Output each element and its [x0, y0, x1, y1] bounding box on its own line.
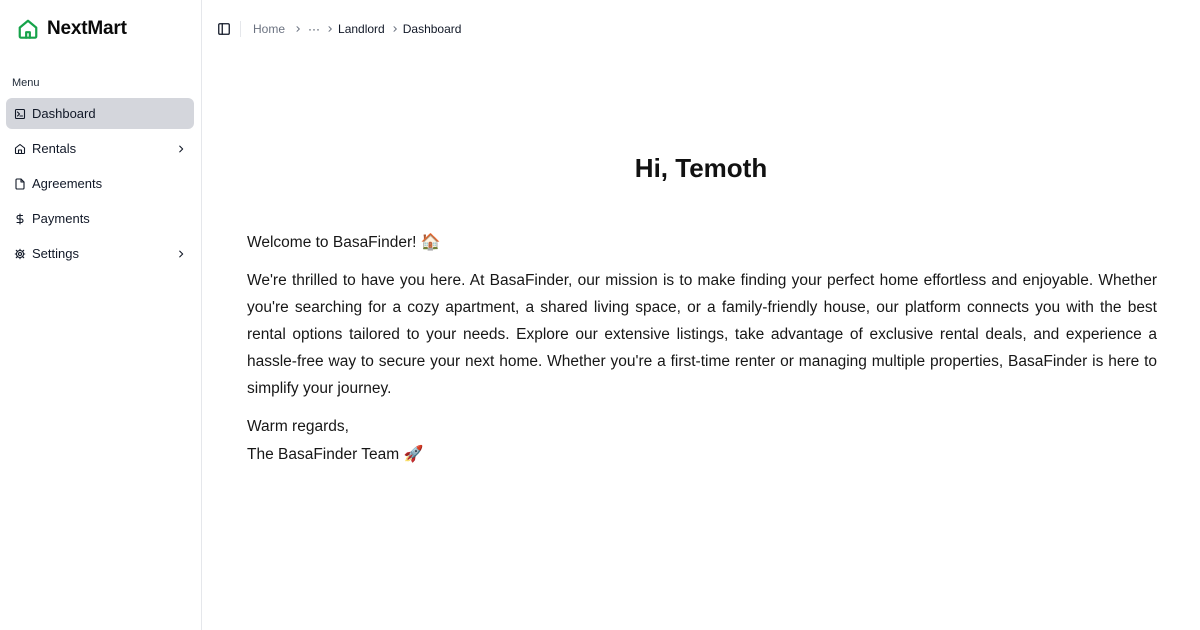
sidebar-item-rentals[interactable]: Rentals — [6, 133, 194, 164]
brand-name: NextMart — [47, 18, 127, 39]
sidebar-item-settings[interactable]: Settings — [6, 238, 194, 269]
terminal-square-icon — [14, 108, 26, 120]
team-signature: The BasaFinder Team 🚀 — [247, 440, 1157, 468]
rocket-emoji-icon: 🚀 — [403, 444, 424, 463]
chevron-right-icon — [176, 144, 186, 154]
sidebar-item-agreements[interactable]: Agreements — [6, 168, 194, 199]
sidebar-item-label: Rentals — [32, 141, 77, 156]
app-shell: NextMart Menu Dashboard Rentals Agreemen… — [0, 0, 1200, 630]
topbar: Home ··· Landlord Dashboard — [202, 0, 1200, 58]
home-icon — [17, 18, 39, 40]
breadcrumb-landlord[interactable]: Landlord — [338, 22, 385, 36]
chevron-right-icon — [391, 25, 399, 33]
chevron-right-icon — [326, 25, 334, 33]
sidebar-item-label: Payments — [32, 211, 90, 226]
breadcrumb-current: Dashboard — [402, 22, 462, 36]
sidebar: NextMart Menu Dashboard Rentals Agreemen… — [0, 0, 202, 630]
file-icon — [14, 177, 26, 190]
sidebar-toggle-icon[interactable] — [217, 22, 231, 36]
divider — [240, 21, 241, 37]
sidebar-item-payments[interactable]: Payments — [6, 203, 194, 234]
gear-icon — [14, 248, 26, 260]
chevron-right-icon — [176, 249, 186, 259]
sidebar-item-dashboard[interactable]: Dashboard — [6, 98, 194, 129]
sidebar-nav: Dashboard Rentals Agreements Payments Se… — [0, 98, 201, 269]
sidebar-item-label: Settings — [32, 246, 79, 261]
team-name: The BasaFinder Team — [247, 446, 400, 463]
brand[interactable]: NextMart — [0, 0, 201, 58]
menu-heading: Menu — [12, 77, 40, 89]
page-title: Hi, Temoth — [202, 153, 1200, 184]
sidebar-item-label: Agreements — [32, 176, 103, 191]
welcome-text: Welcome to BasaFinder! — [247, 234, 417, 251]
house-emoji-icon: 🏠 — [420, 232, 441, 251]
welcome-line: Welcome to BasaFinder! 🏠 — [247, 228, 1157, 256]
breadcrumb-ellipsis[interactable]: ··· — [308, 22, 320, 36]
main-content: Home ··· Landlord Dashboard Hi, Temoth W… — [202, 0, 1200, 630]
welcome-body: We're thrilled to have you here. At Basa… — [247, 272, 1157, 397]
signoff: Warm regards, — [247, 418, 349, 435]
house-icon — [14, 143, 26, 155]
welcome-message: Welcome to BasaFinder! 🏠 We're thrilled … — [247, 228, 1157, 468]
greeting-text: Hi, Temoth — [634, 153, 768, 183]
chevron-right-icon — [294, 25, 302, 33]
breadcrumb: Home ··· Landlord Dashboard — [253, 22, 461, 36]
dollar-sign-icon — [14, 212, 26, 225]
breadcrumb-home[interactable]: Home — [253, 22, 285, 36]
sidebar-item-label: Dashboard — [32, 106, 96, 121]
